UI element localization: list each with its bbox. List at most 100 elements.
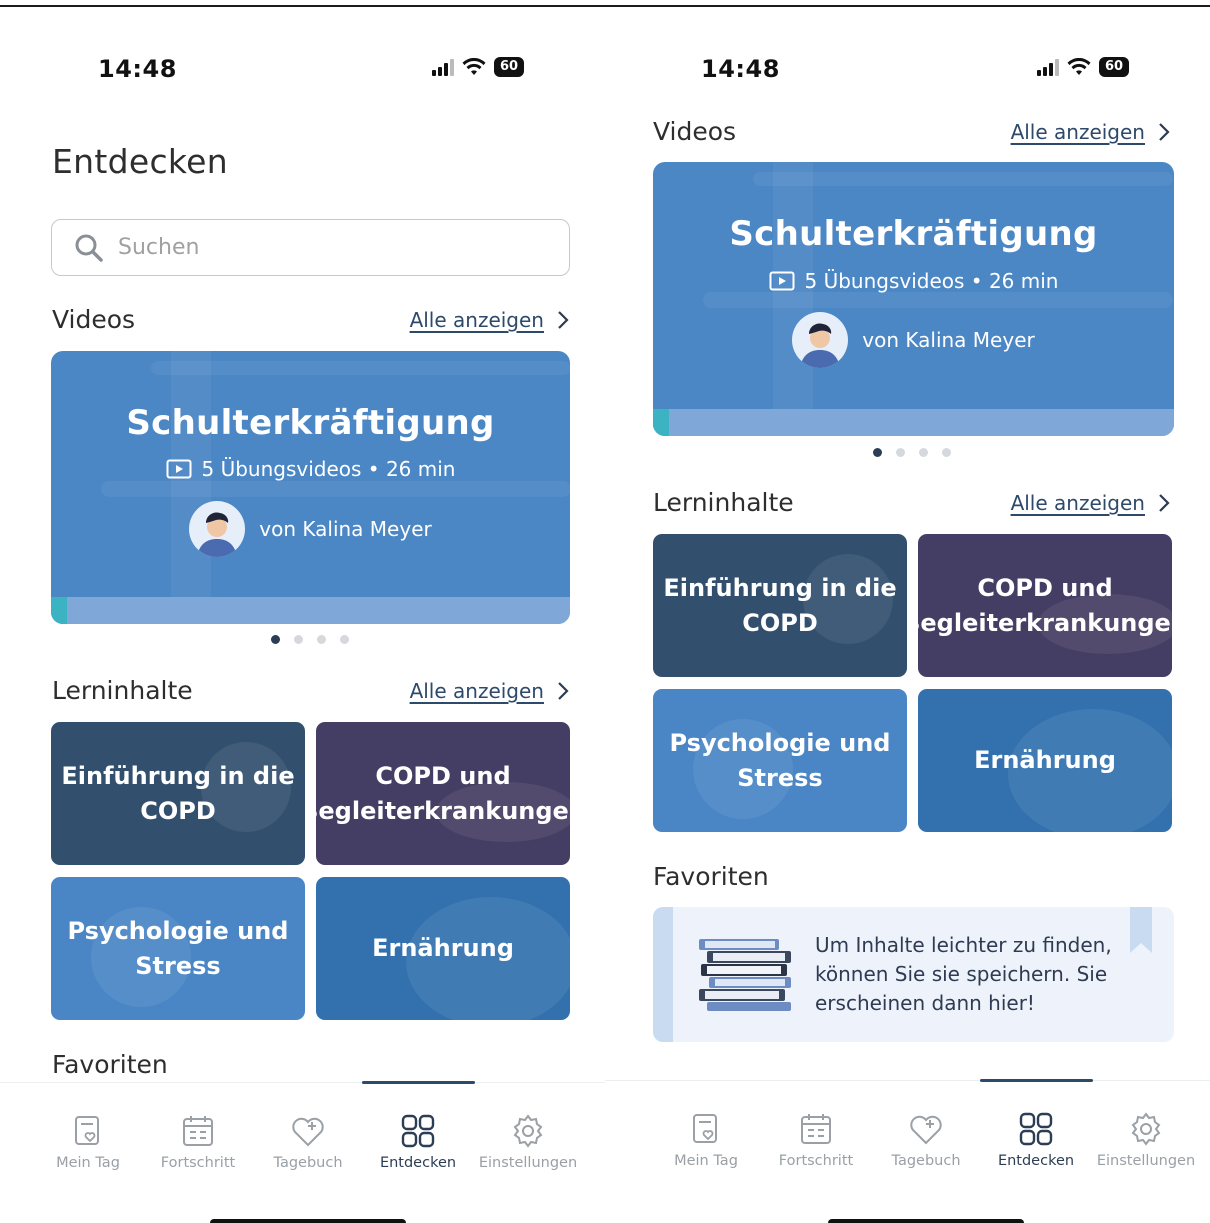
carousel-dot[interactable] (873, 448, 882, 457)
status-time: 14:48 (98, 55, 177, 83)
nav-label: Einstellungen (1096, 1153, 1196, 1169)
learning-title: Lerninhalte (653, 488, 794, 517)
calendar-heart-icon (75, 1116, 99, 1145)
learning-tile[interactable]: COPD und Begleiterkrankungen (316, 722, 570, 865)
nav-item-fortschritt[interactable]: Fortschritt (143, 1113, 253, 1171)
nav-item-entdecken[interactable]: Entdecken (981, 1111, 1091, 1169)
learning-tile[interactable]: Ernährung (918, 689, 1172, 832)
signal-icon (432, 58, 454, 76)
grid-icon (401, 1114, 435, 1148)
tile-label: Psychologie und Stress (669, 728, 891, 792)
video-meta-text: 5 Übungsvideos • 26 min (804, 269, 1059, 293)
carousel-dot[interactable] (919, 448, 928, 457)
gear-icon (1131, 1112, 1161, 1146)
carousel-dot[interactable] (896, 448, 905, 457)
bottom-nav: Mein Tag Fortschritt Tagebuch Entdecken … (605, 1079, 1210, 1190)
learning-tiles: Einführung in die COPD COPD und Begleite… (653, 534, 1172, 832)
nav-item-fortschritt[interactable]: Fortschritt (761, 1111, 871, 1169)
video-card[interactable]: Schulterkräftigung 5 Übungsvideos • 26 m… (51, 351, 570, 624)
heart-plus-icon (292, 1117, 324, 1147)
nav-item-tagebuch[interactable]: Tagebuch (871, 1111, 981, 1169)
nav-item-mein-tag[interactable]: Mein Tag (651, 1111, 761, 1169)
search-icon (75, 234, 103, 262)
search-field[interactable] (51, 219, 570, 276)
favorites-title: Favoriten (653, 862, 769, 891)
books-icon (699, 939, 791, 1011)
video-meta-text: 5 Übungsvideos • 26 min (201, 457, 456, 481)
videos-title: Videos (653, 117, 737, 146)
author-name: von Kalina Meyer (862, 328, 1035, 352)
favorites-empty-message: Um Inhalte leichter zu finden, können Si… (815, 933, 1112, 1015)
videos-header: Videos Alle anzeigen (653, 117, 1171, 146)
learning-tile[interactable]: COPD und Begleiterkrankungen (918, 534, 1172, 677)
see-all-label[interactable]: Alle anzeigen (410, 308, 544, 332)
tile-label: COPD und Begleiterkrankungen (316, 761, 570, 825)
nav-label: Entdecken (997, 1153, 1075, 1169)
nav-label: Fortschritt (160, 1155, 236, 1171)
nav-item-mein-tag[interactable]: Mein Tag (33, 1113, 143, 1171)
learning-tile[interactable]: Psychologie und Stress (51, 877, 305, 1020)
grid-icon (1019, 1112, 1053, 1146)
video-title: Schulterkräftigung (729, 214, 1098, 254)
tile-label: Ernährung (372, 934, 514, 962)
nav-label: Mein Tag (674, 1153, 738, 1169)
battery-icon: 60 (1099, 57, 1130, 77)
avatar (189, 501, 246, 557)
learning-tile[interactable]: Einführung in die COPD (653, 534, 907, 677)
page-title: Entdecken (52, 142, 228, 181)
learning-header: Lerninhalte Alle anzeigen (52, 676, 570, 705)
video-author: von Kalina Meyer (653, 312, 1174, 368)
videos-title: Videos (52, 305, 136, 334)
author-name: von Kalina Meyer (259, 517, 432, 541)
see-all-label[interactable]: Alle anzeigen (410, 679, 544, 703)
status-icons: 60 (432, 57, 525, 77)
play-icon (166, 459, 192, 479)
learning-see-all-link[interactable]: Alle anzeigen (1011, 491, 1171, 515)
gear-icon (513, 1114, 543, 1148)
tile-label: Psychologie und Stress (67, 916, 289, 980)
bookmark-icon (1130, 907, 1152, 953)
learning-tiles: Einführung in die COPD COPD und Begleite… (51, 722, 570, 1020)
nav-item-einstellungen[interactable]: Einstellungen (473, 1113, 583, 1171)
carousel-pagination[interactable] (271, 635, 349, 644)
search-input[interactable] (118, 235, 518, 260)
screen-left: 14:48 60 Entdecken Videos Alle anzeigen … (0, 7, 605, 1223)
nav-label: Tagebuch (273, 1155, 343, 1171)
learning-tile[interactable]: Psychologie und Stress (653, 689, 907, 832)
carousel-dot[interactable] (271, 635, 280, 644)
nav-item-einstellungen[interactable]: Einstellungen (1091, 1111, 1201, 1169)
videos-header: Videos Alle anzeigen (52, 305, 570, 334)
nav-item-entdecken[interactable]: Entdecken (363, 1113, 473, 1171)
nav-active-indicator (362, 1081, 475, 1084)
signal-icon (1037, 58, 1059, 76)
videos-see-all-link[interactable]: Alle anzeigen (1011, 120, 1171, 144)
learning-see-all-link[interactable]: Alle anzeigen (410, 679, 570, 703)
see-all-label[interactable]: Alle anzeigen (1011, 491, 1145, 515)
video-card[interactable]: Schulterkräftigung 5 Übungsvideos • 26 m… (653, 162, 1174, 436)
status-icons: 60 (1037, 57, 1130, 77)
calendar-grid-icon (801, 1114, 831, 1144)
favorites-header: Favoriten (52, 1050, 570, 1079)
nav-active-indicator (980, 1079, 1093, 1082)
carousel-pagination[interactable] (873, 448, 951, 457)
nav-item-tagebuch[interactable]: Tagebuch (253, 1113, 363, 1171)
nav-label: Entdecken (379, 1155, 457, 1171)
wifi-icon (1067, 58, 1091, 75)
carousel-dot[interactable] (340, 635, 349, 644)
carousel-dot[interactable] (942, 448, 951, 457)
videos-see-all-link[interactable]: Alle anzeigen (410, 308, 570, 332)
nav-label: Einstellungen (478, 1155, 578, 1171)
carousel-dot[interactable] (317, 635, 326, 644)
heart-plus-icon (910, 1115, 942, 1145)
learning-tile[interactable]: Einführung in die COPD (51, 722, 305, 865)
video-author: von Kalina Meyer (51, 501, 570, 557)
home-indicator (210, 1219, 406, 1223)
chevron-right-icon (558, 310, 569, 329)
favorites-empty-card: Um Inhalte leichter zu finden, können Si… (653, 907, 1174, 1042)
video-title: Schulterkräftigung (126, 403, 495, 443)
see-all-label[interactable]: Alle anzeigen (1011, 120, 1145, 144)
bottom-nav: Mein Tag Fortschritt Tagebuch Entdecken … (0, 1081, 605, 1192)
nav-label: Tagebuch (891, 1153, 961, 1169)
carousel-dot[interactable] (294, 635, 303, 644)
learning-tile[interactable]: Ernährung (316, 877, 570, 1020)
